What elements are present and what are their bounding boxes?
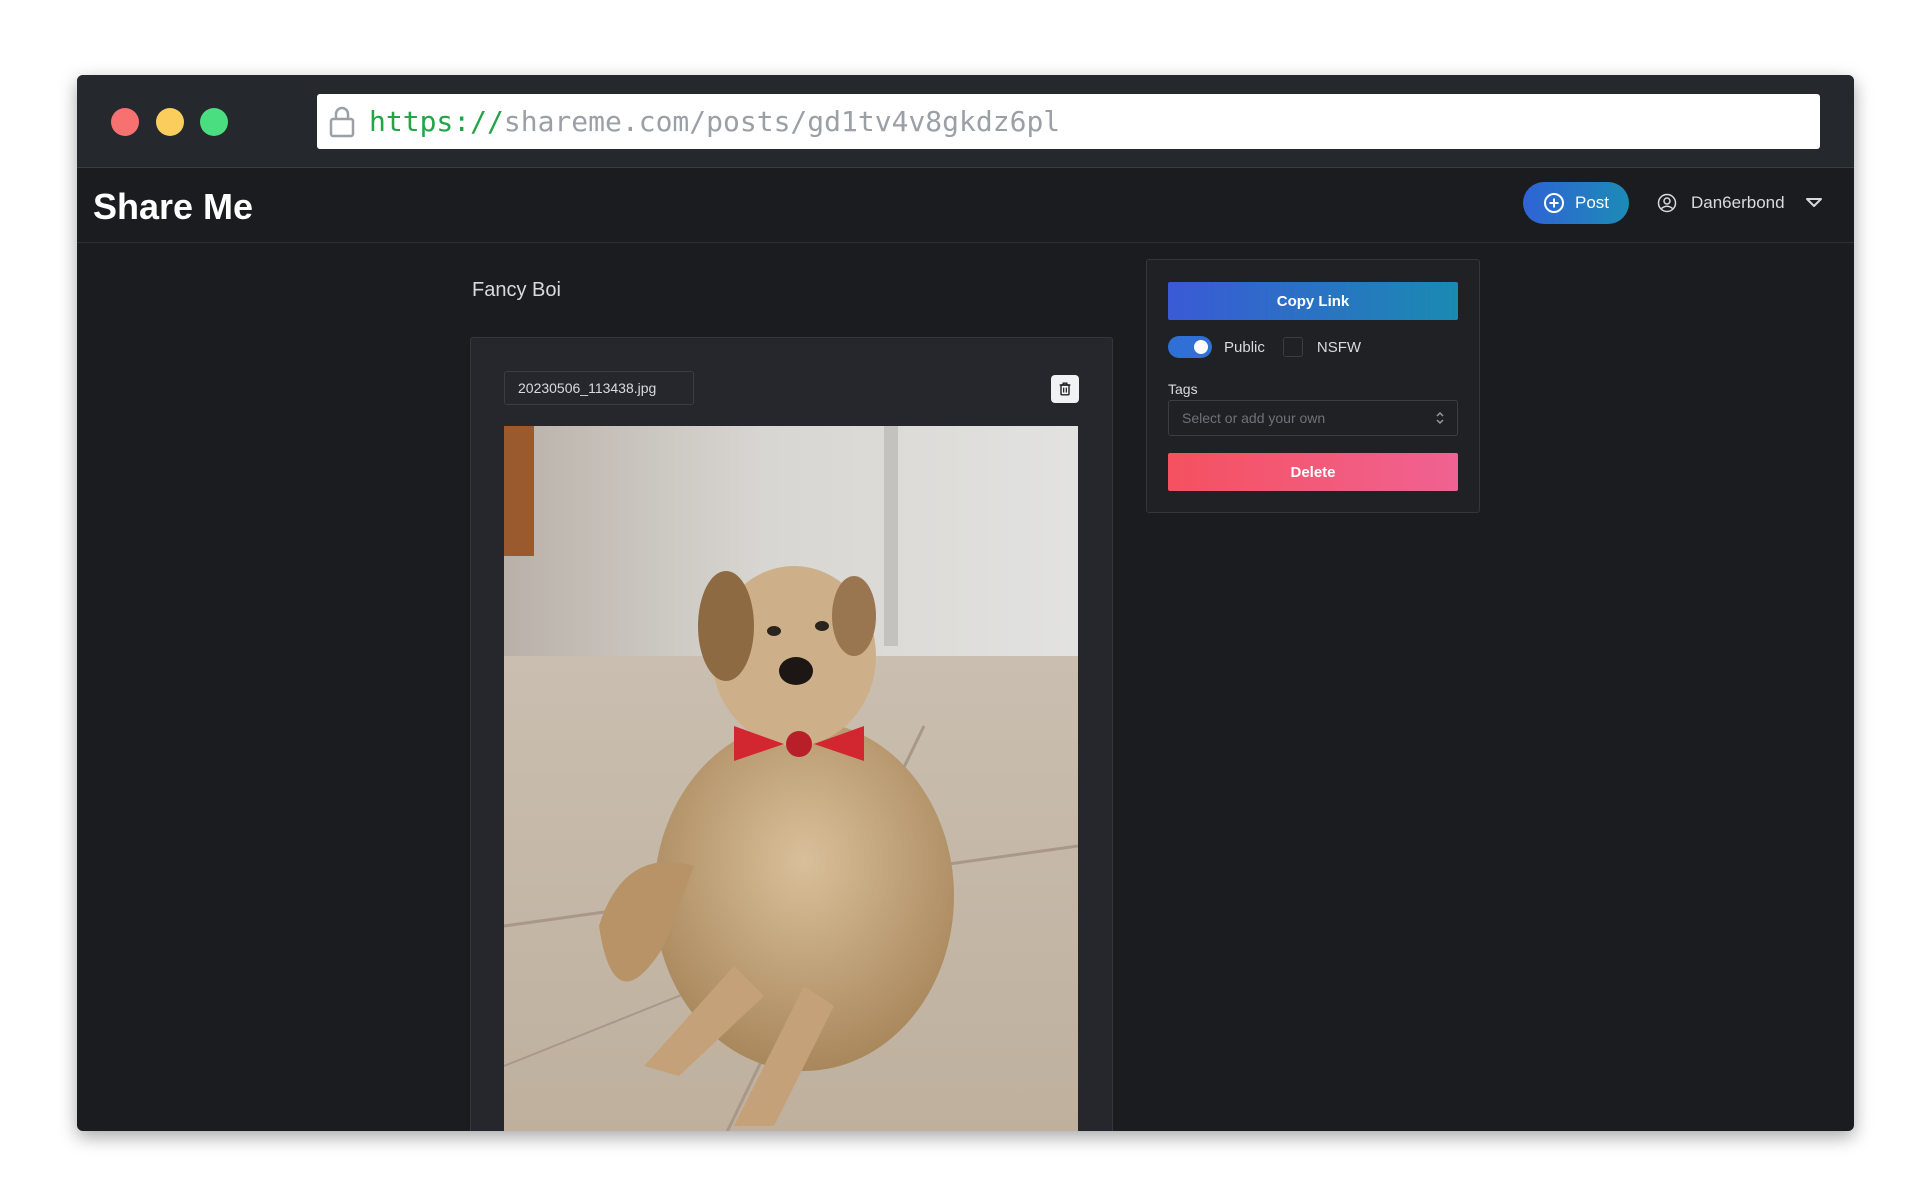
toggle-knob: [1194, 340, 1208, 354]
public-label: Public: [1224, 338, 1265, 356]
dog-photo-illustration: [504, 426, 1078, 1131]
tags-select[interactable]: Select or add your own: [1168, 400, 1458, 436]
browser-window: https://shareme.com/posts/gd1tv4v8gkdz6p…: [77, 75, 1854, 1131]
url-scheme: https://: [369, 105, 504, 138]
remove-image-button[interactable]: [1051, 375, 1079, 403]
address-bar[interactable]: https://shareme.com/posts/gd1tv4v8gkdz6p…: [317, 94, 1820, 149]
url-path: shareme.com/posts/gd1tv4v8gkdz6pl: [503, 105, 1061, 138]
lock-icon: [329, 106, 355, 137]
username: Dan6erbond: [1691, 193, 1785, 212]
public-toggle[interactable]: [1168, 336, 1212, 358]
tags-placeholder: Select or add your own: [1182, 410, 1326, 426]
chevron-up-down-icon: [1436, 412, 1444, 424]
chevron-down-icon[interactable]: [1805, 194, 1823, 212]
plus-circle-icon: [1543, 193, 1564, 213]
tags-label: Tags: [1168, 381, 1198, 397]
copy-link-button[interactable]: Copy Link: [1168, 282, 1458, 320]
user-menu[interactable]: Dan6erbond: [1657, 182, 1823, 224]
minimize-window-button[interactable]: [156, 108, 184, 136]
post-settings-panel: Copy Link Public NSFW Tags Select or add…: [1146, 259, 1480, 513]
user-avatar-icon: [1657, 193, 1677, 213]
visibility-controls: Public NSFW: [1168, 336, 1361, 358]
dog-photo: [504, 426, 1078, 1131]
image-card: 20230506_113438.jpg: [470, 337, 1113, 1131]
app-logo[interactable]: Share Me: [93, 186, 253, 228]
new-post-label: Post: [1574, 193, 1610, 212]
new-post-button[interactable]: Post: [1523, 182, 1629, 224]
app-header: Share Me Post Dan6erbond: [77, 168, 1854, 243]
filename-field[interactable]: 20230506_113438.jpg: [504, 371, 694, 405]
trash-icon: [1059, 382, 1071, 396]
browser-chrome: https://shareme.com/posts/gd1tv4v8gkdz6p…: [77, 75, 1854, 168]
nsfw-label: NSFW: [1316, 338, 1362, 356]
maximize-window-button[interactable]: [200, 108, 228, 136]
post-title[interactable]: Fancy Boi: [472, 279, 561, 302]
delete-post-button[interactable]: Delete: [1168, 453, 1458, 491]
close-window-button[interactable]: [111, 108, 139, 136]
nsfw-checkbox[interactable]: [1282, 337, 1303, 357]
